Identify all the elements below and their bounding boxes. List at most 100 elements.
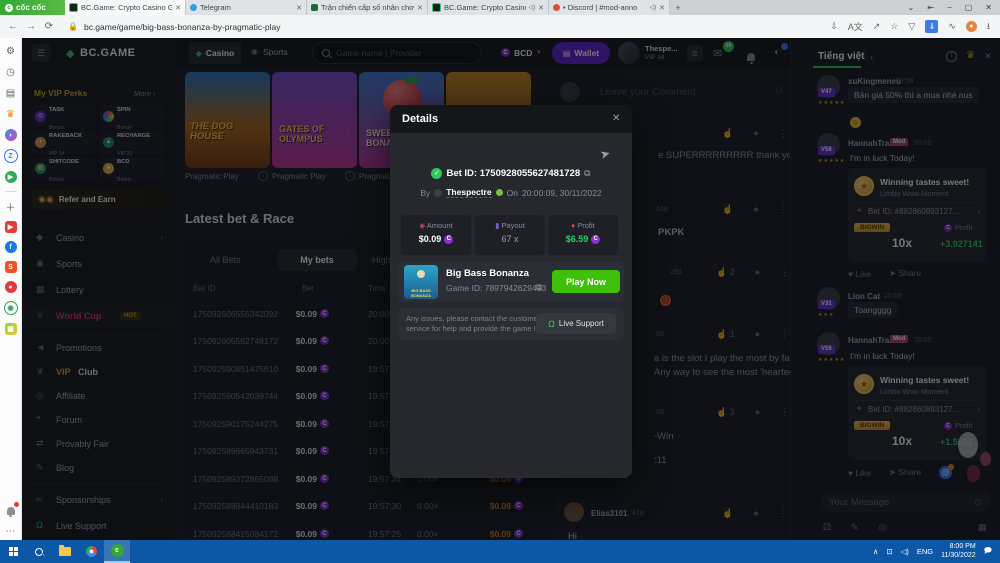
save-page-icon[interactable]: ⇩ <box>830 21 838 32</box>
share-icon[interactable]: ↗ <box>873 21 881 32</box>
stat-amount: ◈ Amount $0.09C <box>401 215 471 255</box>
gamepad-icon[interactable]: ▶ <box>5 171 17 183</box>
tab-close-icon[interactable]: ✕ <box>538 4 544 12</box>
translate-icon[interactable]: A文 <box>848 20 863 33</box>
forward-button[interactable]: → <box>22 21 40 32</box>
soccer-icon[interactable]: ◉ <box>4 301 18 315</box>
bet-datetime: 20:00:09, 30/11/2022 <box>522 188 602 198</box>
messenger-icon[interactable]: ◗ <box>5 129 17 141</box>
reload-button[interactable]: ⟳ <box>40 21 58 32</box>
language-indicator[interactable]: ENG <box>917 547 933 556</box>
brand-label: cốc cốc <box>16 3 46 12</box>
tab-bcgame-2[interactable]: BC.Game: Crypto Casino ◁) ✕ <box>428 0 549 15</box>
action-center-icon[interactable]: 🗩 <box>984 545 992 558</box>
shopee-icon[interactable]: S <box>5 261 17 273</box>
windows-taskbar: c ∧ ⊡ ◁) ENG 8:00 PM11/30/2022 🗩 <box>0 540 1000 563</box>
support-note-card: Any issues, please contact the customer … <box>398 308 624 340</box>
game-favicon <box>311 4 318 11</box>
tab-bcgame-1[interactable]: BC.Game: Crypto Casino Gam ✕ <box>65 0 186 15</box>
browser-tab-bar: c cốc cốc BC.Game: Crypto Casino Gam ✕ T… <box>0 0 1000 15</box>
download-manager-icon[interactable]: ⇓ <box>925 20 938 33</box>
maximize-button[interactable]: ▢ <box>965 3 973 12</box>
modal-header: Details ✕ <box>390 105 632 133</box>
coccoc-taskbar-icon[interactable]: c <box>104 540 130 563</box>
crown-bookmark-icon[interactable]: ♛ <box>4 108 17 121</box>
bet-id-value: 1750928055627481728 <box>480 168 580 179</box>
new-tab-button[interactable]: + <box>670 0 686 15</box>
notifications-bell-icon[interactable] <box>4 504 17 517</box>
speaker-icon[interactable]: ◁) <box>529 4 536 11</box>
tab-close-icon[interactable]: ✕ <box>659 4 665 12</box>
copy-icon[interactable]: ⧉ <box>584 168 590 179</box>
close-button[interactable]: ✕ <box>985 3 992 12</box>
lock-icon[interactable]: 🔒 <box>68 22 78 31</box>
file-explorer-icon[interactable] <box>52 540 78 563</box>
telegram-favicon <box>190 4 197 11</box>
discord-favicon <box>553 4 560 11</box>
chrome-icon[interactable] <box>78 540 104 563</box>
share-icon[interactable]: ➤ <box>598 146 611 162</box>
tab-close-icon[interactable]: ✕ <box>417 4 423 12</box>
game-card: BIG BASS BONANZA Big Bass Bonanza Game I… <box>398 262 624 302</box>
history-icon[interactable]: ◷ <box>4 66 17 79</box>
facebook-icon[interactable]: f <box>5 241 17 253</box>
profile-avatar[interactable]: ● <box>966 21 977 32</box>
settings-gear-icon[interactable]: ⚙ <box>4 45 17 58</box>
back-button[interactable]: ← <box>4 21 22 32</box>
zalo-icon[interactable]: Z <box>4 149 18 163</box>
frog-emoji-icon <box>496 189 503 196</box>
more-options-icon[interactable]: ⋯ <box>4 525 17 538</box>
live-support-button[interactable]: Ω Live Support <box>536 313 616 334</box>
game-thumbnail[interactable]: BIG BASS BONANZA <box>404 265 438 299</box>
play-now-button[interactable]: Play Now <box>552 270 620 293</box>
headset-icon: Ω <box>548 319 555 329</box>
coin-icon: C <box>444 235 453 244</box>
copy-icon[interactable]: ⧉ <box>536 282 542 293</box>
modal-title: Details <box>402 113 438 125</box>
adblock-shield-icon[interactable]: ▽ <box>908 21 915 32</box>
youtube-icon[interactable]: ▶ <box>5 221 17 233</box>
speaker-icon[interactable]: ◁) <box>650 4 657 11</box>
volume-icon[interactable]: ◁) <box>901 547 909 556</box>
add-shortcut-icon[interactable]: ＋ <box>4 200 17 213</box>
screen: c cốc cốc BC.Game: Crypto Casino Gam ✕ T… <box>0 0 1000 563</box>
bcgame-favicon <box>69 3 78 12</box>
bettor-link[interactable]: Thespectre <box>446 187 491 198</box>
tab-discord[interactable]: • Discord | #mod-anno ◁) ✕ <box>549 0 670 15</box>
bcgame-page: ☰ ◆ BC.GAME My VIP Perks More › ◎ TASKBo… <box>22 38 1000 540</box>
start-button[interactable] <box>0 540 26 563</box>
sync-icon[interactable]: ∿ <box>948 21 956 32</box>
taskbar-search-icon[interactable] <box>26 540 52 563</box>
fisherman-graphic <box>417 270 425 278</box>
tab-close-icon[interactable]: ✕ <box>175 4 181 12</box>
downloads-tray-icon[interactable]: ⭳ <box>987 19 990 35</box>
stat-profit: ♦ Profit $6.59C <box>548 215 618 255</box>
red-app-icon[interactable]: ● <box>5 281 17 293</box>
browser-toolbar: ← → ⟳ 🔒 bc.game/game/big-bass-bonanza-by… <box>0 15 1000 39</box>
coin-icon: C <box>591 235 600 244</box>
game-name: Big Bass Bonanza <box>446 268 529 279</box>
tab-telegram[interactable]: Telegram ✕ <box>186 0 307 15</box>
address-bar[interactable]: bc.game/game/big-bass-bonanza-by-pragmat… <box>84 22 281 32</box>
coccoc-logo-icon: c <box>5 4 13 12</box>
minimize-button[interactable]: − <box>947 3 952 12</box>
pin-icon[interactable]: ⇤ <box>927 3 934 12</box>
bookmark-star-icon[interactable]: ☆ <box>890 21 898 32</box>
display-icon[interactable]: ⊡ <box>886 547 892 556</box>
bet-details-modal: Details ✕ ➤ ✓ Bet ID: 175092805562748172… <box>390 105 632 478</box>
bettor-row: By Thespectre On 20:00:09, 30/11/2022 <box>390 187 632 198</box>
hidden-icons-chevron[interactable]: ∧ <box>873 547 879 556</box>
tab-search-icon[interactable]: ⌄ <box>908 3 915 12</box>
bet-id-row: ✓ Bet ID: 1750928055627481728 ⧉ <box>390 168 632 179</box>
taskbar-clock[interactable]: 8:00 PM11/30/2022 <box>941 543 976 560</box>
divider <box>5 191 17 192</box>
reading-list-icon[interactable]: ▤ <box>4 87 17 100</box>
modal-close-icon[interactable]: ✕ <box>612 113 620 124</box>
amount-icon: ◈ <box>419 221 425 230</box>
coccoc-brand[interactable]: c cốc cốc <box>0 0 65 15</box>
bettor-avatar <box>434 189 442 197</box>
tab-close-icon[interactable]: ✕ <box>296 4 302 12</box>
payout-icon: ▮ <box>495 221 499 230</box>
tab-tran-chien[interactable]: Trận chiến cấp số nhân chơi ✕ <box>307 0 428 15</box>
pixel-game-icon[interactable]: ▦ <box>5 323 17 335</box>
